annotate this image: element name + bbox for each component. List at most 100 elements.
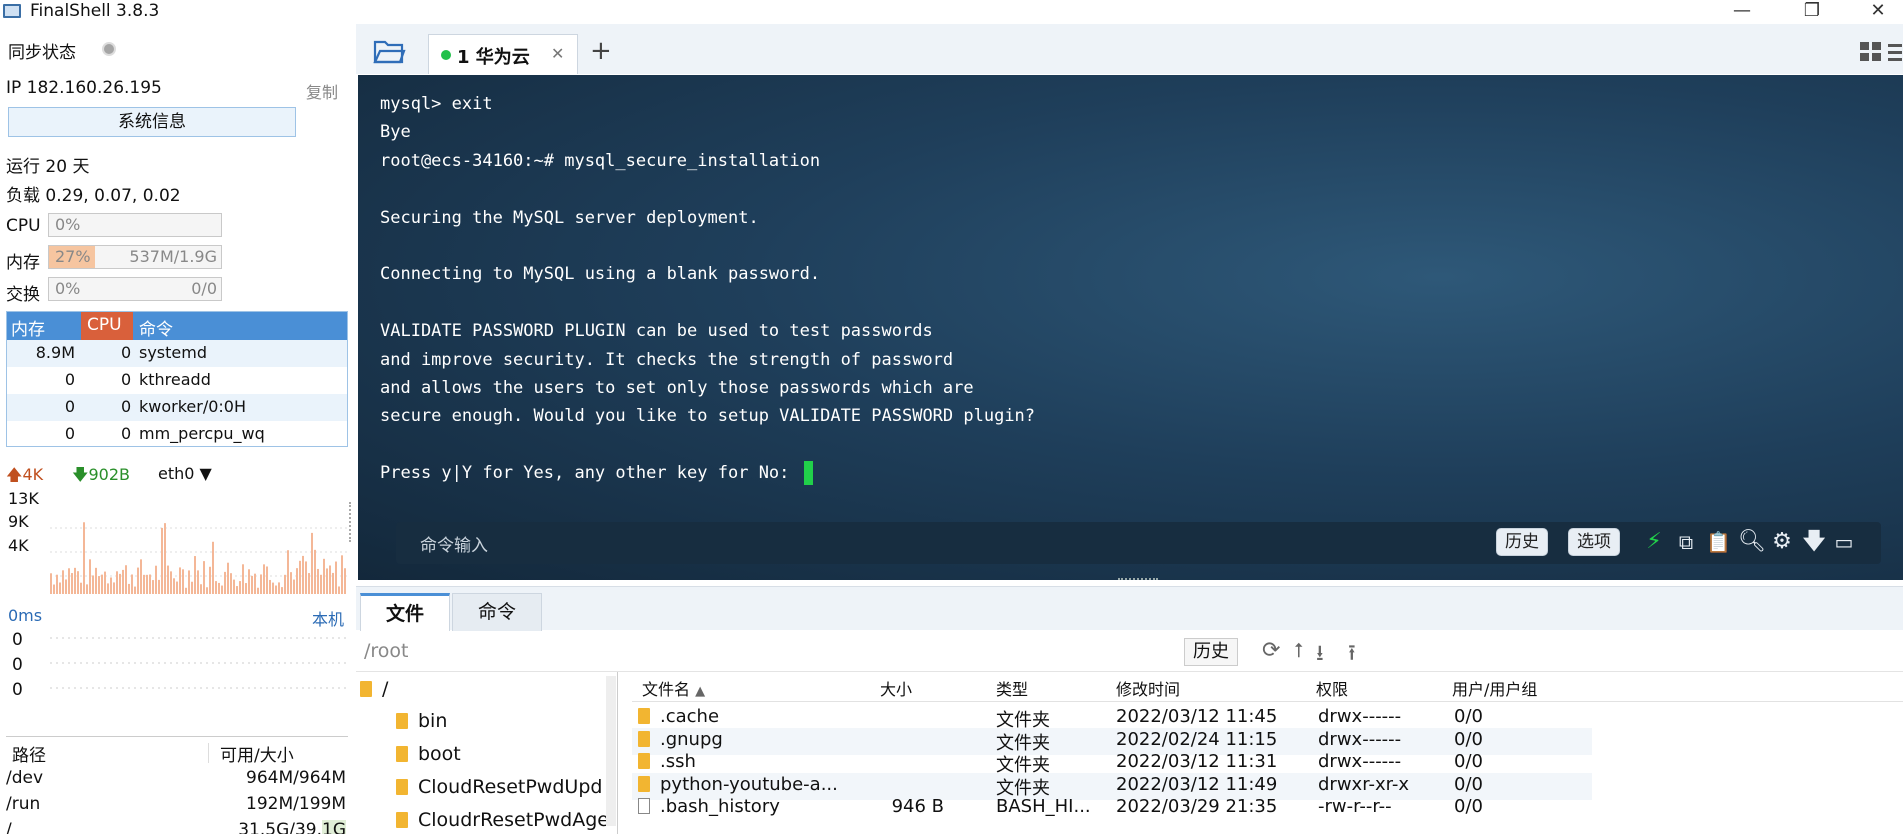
terminal-line: and allows the users to set only those p… [380, 377, 974, 398]
uptime: 运行 20 天 [6, 157, 90, 177]
add-tab-button[interactable]: + [590, 36, 612, 66]
paste-icon[interactable]: 📋 [1706, 531, 1731, 555]
traffic-bar [179, 567, 181, 594]
lightning-icon[interactable]: ⚡ [1642, 531, 1666, 555]
process-row[interactable]: 0 0 kworker/0:0H [7, 394, 347, 421]
traffic-bar [218, 582, 220, 594]
file-modified: 2022/03/29 21:35 [1116, 796, 1278, 817]
tree-item[interactable]: boot [396, 743, 461, 765]
copy-ip-link[interactable]: 复制 [306, 79, 338, 103]
command-input[interactable]: 命令输入 [420, 531, 488, 556]
file-owner: 0/0 [1454, 706, 1483, 727]
current-path-input[interactable]: /root [364, 640, 409, 662]
mem-column-header[interactable]: 内存 [11, 315, 45, 340]
file-row[interactable]: .bash_history 946 B BASH_HI... 2022/03/29 2… [632, 795, 1592, 822]
traffic-bar [110, 577, 112, 594]
traffic-bar [323, 558, 325, 594]
traffic-bar [59, 582, 61, 594]
close-tab-icon[interactable]: ✕ [551, 44, 564, 63]
file-modified: 2022/03/12 11:49 [1116, 773, 1278, 795]
folder-open-icon[interactable] [372, 36, 406, 66]
net-tick-high: 13K [8, 489, 39, 508]
tab-commands[interactable]: 命令 [452, 593, 542, 631]
traffic-bar [83, 522, 85, 594]
minimize-button[interactable]: — [1722, 0, 1762, 24]
session-tab[interactable]: 1 华为云 ✕ [428, 34, 578, 74]
traffic-bar [62, 570, 64, 594]
path-history-button[interactable]: 历史 [1184, 638, 1238, 666]
traffic-bar [53, 584, 55, 594]
cpu-column-header[interactable]: CPU [81, 312, 133, 340]
restore-button[interactable]: ❐ [1792, 0, 1832, 24]
disk-size-header[interactable]: 可用/大小 [220, 741, 294, 766]
tree-item[interactable]: bin [396, 710, 447, 732]
copy-icon[interactable]: ⧉ [1674, 531, 1698, 555]
network-interface-select[interactable]: eth0 ▼ [158, 464, 212, 483]
traffic-bar [272, 582, 274, 594]
traffic-bar [338, 586, 340, 594]
traffic-bar [146, 574, 148, 594]
terminal-cursor [803, 461, 813, 486]
process-row[interactable]: 0 0 mm_percpu_wq [7, 421, 347, 448]
traffic-bar [281, 587, 283, 594]
process-table-header: 内存 CPU 命令 [7, 312, 347, 340]
terminal-output[interactable]: mysql> exit Bye root@ecs-34160:~# mysql_se… [380, 90, 1035, 487]
search-icon[interactable]: 🔍︎ [1738, 531, 1766, 555]
traffic-bar [104, 571, 106, 594]
file-name: python-youtube-a... [638, 774, 838, 795]
splitter-handle[interactable] [349, 502, 353, 542]
process-row[interactable]: 8.9M 0 systemd [7, 340, 347, 367]
tree-item-label: CloudResetPwdUpd [418, 776, 603, 798]
load-average: 负载 0.29, 0.07, 0.02 [6, 186, 181, 206]
system-info-button[interactable]: 系统信息 [8, 107, 296, 137]
command-column-header[interactable]: 命令 [139, 315, 173, 340]
splitter-handle[interactable] [1118, 578, 1158, 580]
tree-item[interactable]: CloudResetPwdUpd [396, 776, 602, 798]
download-arrow-icon[interactable]: 🡇 [1802, 531, 1826, 555]
gear-icon[interactable]: ⚙ [1770, 531, 1794, 555]
traffic-bar [182, 569, 184, 594]
process-row[interactable]: 0 0 kthreadd [7, 367, 347, 394]
refresh-icon[interactable]: ⟳ [1262, 638, 1280, 663]
column-permissions[interactable]: 权限 [1316, 676, 1348, 700]
traffic-bar [155, 565, 157, 594]
traffic-bar [77, 571, 79, 594]
layout-grid-icon[interactable] [1860, 42, 1882, 62]
traffic-bar [170, 571, 172, 594]
tab-files[interactable]: 文件 [360, 593, 450, 631]
traffic-bar [329, 565, 331, 594]
process-mem: 0 [64, 424, 75, 443]
close-button[interactable]: ✕ [1858, 0, 1898, 24]
menu-list-icon[interactable] [1888, 42, 1902, 62]
column-type[interactable]: 类型 [996, 676, 1028, 700]
process-cpu: 0 [121, 424, 132, 443]
column-size[interactable]: 大小 [880, 676, 912, 700]
tree-scrollbar[interactable] [606, 676, 616, 826]
column-owner[interactable]: 用户/用户组 [1452, 676, 1537, 700]
traffic-bar [80, 582, 82, 594]
tree-item[interactable]: CloudrResetPwdAge [396, 809, 609, 831]
parent-dir-icon[interactable]: ⭡ [1294, 638, 1303, 662]
options-button[interactable]: 选项 [1568, 528, 1620, 556]
file-owner: 0/0 [1454, 773, 1483, 795]
tree-item-root[interactable]: / [360, 678, 388, 700]
app-icon [3, 4, 21, 18]
traffic-bar [74, 567, 76, 594]
folder-icon [638, 753, 650, 769]
download-icon[interactable]: ⭳ [1316, 636, 1324, 674]
traffic-bar [107, 583, 109, 594]
swap-percent: 0% [55, 279, 81, 298]
ping-target-link[interactable]: 本机 [312, 606, 344, 630]
column-modified[interactable]: 修改时间 [1116, 676, 1180, 700]
traffic-bar [128, 583, 130, 594]
traffic-bar [251, 575, 253, 594]
finalshell-window: FinalShell 3.8.3 — ❐ ✕ 同步状态 IP 182.160.2… [0, 0, 1903, 834]
traffic-bar [245, 583, 247, 594]
disk-path-header[interactable]: 路径 [12, 741, 46, 766]
history-button[interactable]: 历史 [1496, 528, 1548, 556]
maximize-terminal-icon[interactable]: ▭ [1832, 531, 1856, 555]
traffic-bar [344, 568, 346, 594]
column-name[interactable]: 文件名 ▲ [642, 676, 705, 700]
upload-icon[interactable]: ⭱ [1348, 636, 1356, 674]
